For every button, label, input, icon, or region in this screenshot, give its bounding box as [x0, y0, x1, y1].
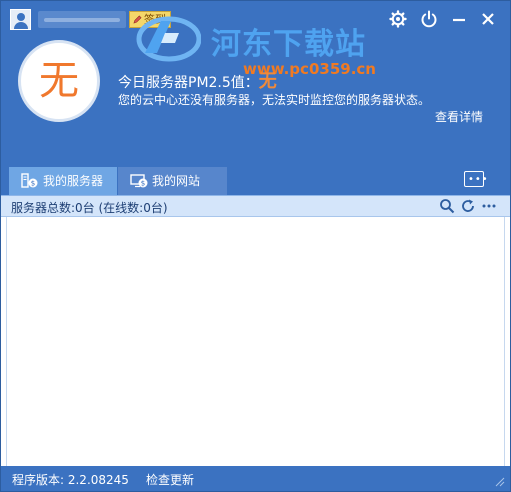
avatar-head-shape [17, 13, 25, 21]
more-options-icon[interactable] [481, 198, 497, 214]
watermark-title: 河东下载站 [211, 27, 366, 62]
header: 签到 河东下载站 www.pc0359.cn 无 今日服务器PM2.5值：无 您… [1, 1, 510, 164]
server-icon: $ [21, 173, 38, 188]
pm25-title: 今日服务器PM2.5值：无 [118, 67, 277, 93]
pm25-status-circle: 无 [18, 40, 100, 122]
tab-my-websites-label: 我的网站 [152, 174, 201, 188]
search-icon[interactable] [439, 198, 455, 214]
tab-my-servers[interactable]: $ 我的服务器 [9, 167, 117, 195]
close-icon[interactable] [478, 9, 498, 29]
settings-gear-icon[interactable] [388, 9, 408, 29]
username-blur-line [44, 18, 120, 22]
website-icon: $ [130, 174, 148, 188]
pm25-circle-value: 无 [39, 58, 79, 104]
message-dots: ••• [468, 174, 489, 185]
pm25-title-prefix: 今日服务器PM2.5值： [118, 75, 259, 91]
svg-text:$: $ [31, 180, 35, 188]
avatar-body-shape [14, 22, 28, 29]
program-version: 程序版本: 2.2.08245 [12, 473, 129, 487]
tab-my-websites[interactable]: $ 我的网站 [118, 167, 227, 195]
username-obscured[interactable] [38, 11, 126, 28]
svg-text:$: $ [141, 180, 145, 188]
app-window: 签到 河东下载站 www.pc0359.cn 无 今日服务器PM2.5值：无 您… [0, 0, 511, 492]
power-icon[interactable] [419, 9, 439, 29]
tab-my-servers-label: 我的服务器 [43, 174, 104, 188]
message-icon[interactable]: ••• [464, 171, 488, 187]
server-list-area [6, 217, 505, 466]
pm25-title-value: 无 [258, 71, 277, 92]
server-toolbar: 服务器总数:0台 (在线数:0台) [1, 195, 510, 217]
watermark-logo-icon [136, 16, 201, 62]
status-bar: 程序版本: 2.2.08245 检查更新 [1, 466, 510, 491]
check-update-link[interactable]: 检查更新 [146, 471, 194, 488]
pm25-description: 您的云中心还没有服务器，无法实时监控您的服务器状态。 [118, 93, 431, 107]
tab-bar: $ 我的服务器 $ 我的网站 ••• [1, 164, 510, 195]
user-avatar[interactable] [10, 9, 31, 30]
resize-grip-icon[interactable] [493, 475, 505, 487]
view-details-link[interactable]: 查看详情 [435, 108, 483, 125]
server-count-text: 服务器总数:0台 (在线数:0台) [11, 201, 168, 215]
minimize-icon[interactable] [449, 9, 469, 29]
refresh-icon[interactable] [460, 198, 476, 214]
